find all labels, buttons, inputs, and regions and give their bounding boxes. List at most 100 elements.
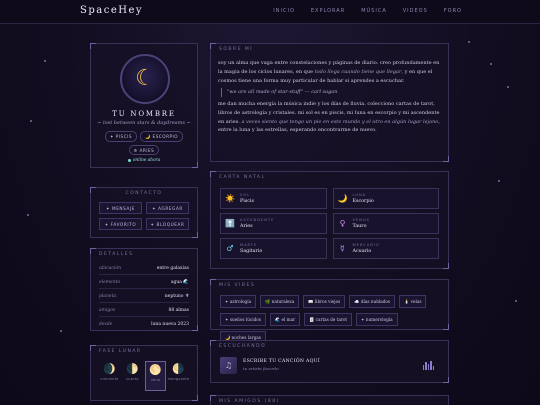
vibe-tag[interactable]: 🃏 cartas de tarot [304, 313, 353, 326]
about-paragraph: soy un alma que vaga entre constelacione… [218, 59, 441, 85]
placement-value: Sagitario [240, 248, 263, 254]
vibe-tag[interactable]: 🕯️ velas [399, 295, 427, 308]
vibe-tag[interactable]: ✦ astrología [220, 295, 257, 308]
track-title: ESCRIBE TU CANCIÓN AQUÍ [243, 359, 320, 364]
contact-buttons: ✦ MENSAJE ✦ AGREGAR ✦ FAVORITO ✦ BLOQUEA… [99, 202, 189, 230]
detail-row: desde luna nueva 2023 [99, 318, 189, 330]
placement-sol: ☀️ SOL Piscis [220, 188, 327, 209]
profile-name: TU NOMBRE [112, 110, 176, 118]
phase-label: menguante [167, 377, 190, 381]
nav-inicio[interactable]: INICIO [273, 8, 295, 14]
moon-phases: 🌒 creciente 🌓 cuarto 🌕 llena 🌗 menguante [99, 361, 189, 391]
track-artist: tu artista favorito [243, 366, 279, 371]
about-emphasis: todo llega cuando tiene que llegar [314, 68, 402, 75]
waxing-moon-icon: 🌒 [103, 364, 116, 375]
friends-title: MIS AMIGOS (88) [219, 399, 280, 404]
main-nav: INICIO EXPLORAR MÚSICA VIDEOS FORO [273, 8, 462, 14]
now-playing[interactable]: ♫ ESCRIBE TU CANCIÓN AQUÍ tu artista fav… [220, 355, 439, 375]
vibe-tag[interactable]: ✦ sueños lúcidos [220, 313, 266, 326]
details-panel: DETALLES ubicación entre galaxias element… [90, 248, 198, 331]
vibes-tags: ✦ astrología 🌿 naturaleza 📖 libros viejo… [220, 295, 439, 344]
block-button[interactable]: ✦ BLOQUEAR [146, 218, 189, 230]
sign-badges: ✦ PISCIS 🌙 ESCORPIO ⟰ ARIES [99, 131, 189, 155]
avatar: ☾ [120, 54, 170, 104]
detail-key: amigos [99, 308, 116, 313]
detail-row: elemento agua 🌊 [99, 277, 189, 289]
vibe-tag[interactable]: 🌿 naturaleza [260, 295, 300, 308]
placement-marte: ♂ MARTE Sagitario [220, 238, 327, 259]
details-title: DETALLES [99, 252, 134, 257]
placement-value: Piscis [240, 198, 254, 204]
detail-row: amigos 88 almas [99, 305, 189, 317]
crescent-moon-icon: ☾ [135, 66, 155, 91]
detail-value: luna nueva 2023 [151, 321, 189, 327]
vibe-tag[interactable]: 📖 libros viejos [303, 295, 346, 308]
detail-key: elemento [99, 280, 121, 285]
placement-venus: ♀ VENUS Tauro [332, 213, 439, 234]
placement-key: MARTE [240, 243, 258, 248]
vibes-title: MIS VIBES [219, 283, 256, 288]
nav-foro[interactable]: FORO [444, 8, 462, 14]
message-button[interactable]: ✦ MENSAJE [99, 202, 142, 214]
nav-musica[interactable]: MÚSICA [361, 8, 387, 14]
venus-icon: ♀ [339, 218, 346, 228]
mercury-icon: ☿ [340, 243, 345, 253]
moon-phase-panel: FASE LUNAR 🌒 creciente 🌓 cuarto 🌕 llena 🌗 me… [90, 345, 198, 401]
badge-escorpio: 🌙 ESCORPIO [140, 131, 184, 142]
badge-aries: ⟰ ARIES [128, 145, 160, 155]
phase-waxing[interactable]: 🌒 creciente [99, 361, 120, 391]
vibe-tag[interactable]: ☁️ días nublados [349, 295, 396, 308]
phase-label: creciente [100, 377, 119, 381]
site-logo[interactable]: SpaceHey [80, 5, 143, 16]
full-moon-icon: 🌕 [149, 365, 162, 376]
placement-ascendente: ⬆️ ASCENDENTE Aries [220, 213, 327, 234]
profile-tagline: ~ lost between stars & daydreams ~ [97, 120, 191, 126]
about-title: SOBRE MÍ [219, 47, 254, 52]
add-friend-button[interactable]: ✦ AGREGAR [146, 202, 189, 214]
friends-panel: MIS AMIGOS (88) [210, 395, 449, 405]
placement-value: Escorpio [352, 198, 374, 204]
vibe-tag[interactable]: ✦ numerología [356, 313, 398, 326]
placement-value: Tauro [352, 223, 367, 229]
detail-row: ubicación entre galaxias [99, 263, 189, 275]
placement-luna: 🌙 LUNA Escorpio [332, 188, 439, 209]
natal-chart-title: CARTA NATAL [219, 175, 266, 180]
favorite-button[interactable]: ✦ FAVORITO [99, 218, 142, 230]
detail-value: 88 almas [168, 308, 189, 313]
mars-icon: ♂ [226, 243, 234, 253]
nav-videos[interactable]: VIDEOS [403, 8, 428, 14]
music-note-icon: ♫ [220, 356, 237, 374]
profile-card: ☾ TU NOMBRE ~ lost between stars & daydr… [90, 43, 198, 168]
phase-full[interactable]: 🌕 llena [145, 361, 166, 391]
phase-waning[interactable]: 🌗 menguante [168, 361, 189, 391]
detail-value: neptuno ♆ [164, 294, 189, 299]
detail-value: entre galaxias [156, 266, 189, 271]
detail-key: planeta [99, 294, 117, 299]
contact-title: CONTACTO [125, 191, 163, 196]
placement-mercurio: ☿ MERCURIO Acuario [332, 238, 439, 259]
placement-key: VENUS [352, 218, 370, 223]
up-arrow-icon: ⬆️ [225, 218, 235, 228]
moon-phase-title: FASE LUNAR [99, 349, 142, 354]
moon-icon: 🌙 [337, 193, 348, 203]
placement-key: SOL [240, 193, 251, 198]
quarter-moon-icon: 🌓 [126, 364, 139, 375]
contact-panel: CONTACTO ✦ MENSAJE ✦ AGREGAR ✦ FAVORITO … [90, 187, 198, 238]
natal-chart-grid: ☀️ SOL Piscis 🌙 LUNA Escorpio ⬆️ ASCENDENTE Ar… [220, 188, 439, 259]
waning-moon-icon: 🌗 [172, 364, 185, 375]
listening-title: ESCUCHANDO [219, 344, 267, 349]
badge-piscis: ✦ PISCIS [104, 131, 138, 142]
phase-quarter[interactable]: 🌓 cuarto [122, 361, 143, 391]
about-emphasis: a veces siento que tengo un pie en este … [241, 118, 439, 125]
detail-key: ubicación [99, 266, 121, 271]
online-dot-icon [127, 158, 131, 162]
vibes-panel: MIS VIBES ✦ astrología 🌿 naturaleza 📖 li… [210, 279, 449, 344]
equalizer-icon [423, 361, 434, 370]
nav-explorar[interactable]: EXPLORAR [311, 8, 345, 14]
about-panel: SOBRE MÍ soy un alma que vaga entre cons… [210, 43, 449, 162]
vibe-tag[interactable]: 🌊 el mar [269, 313, 301, 326]
about-quote: "we are all made of star-stuff" — carl s… [221, 88, 441, 97]
top-navigation-bar: SpaceHey INICIO EXPLORAR MÚSICA VIDEOS F… [0, 0, 540, 24]
listening-panel: ESCUCHANDO ♫ ESCRIBE TU CANCIÓN AQUÍ tu … [210, 340, 449, 383]
online-status: online ahora [91, 158, 197, 163]
